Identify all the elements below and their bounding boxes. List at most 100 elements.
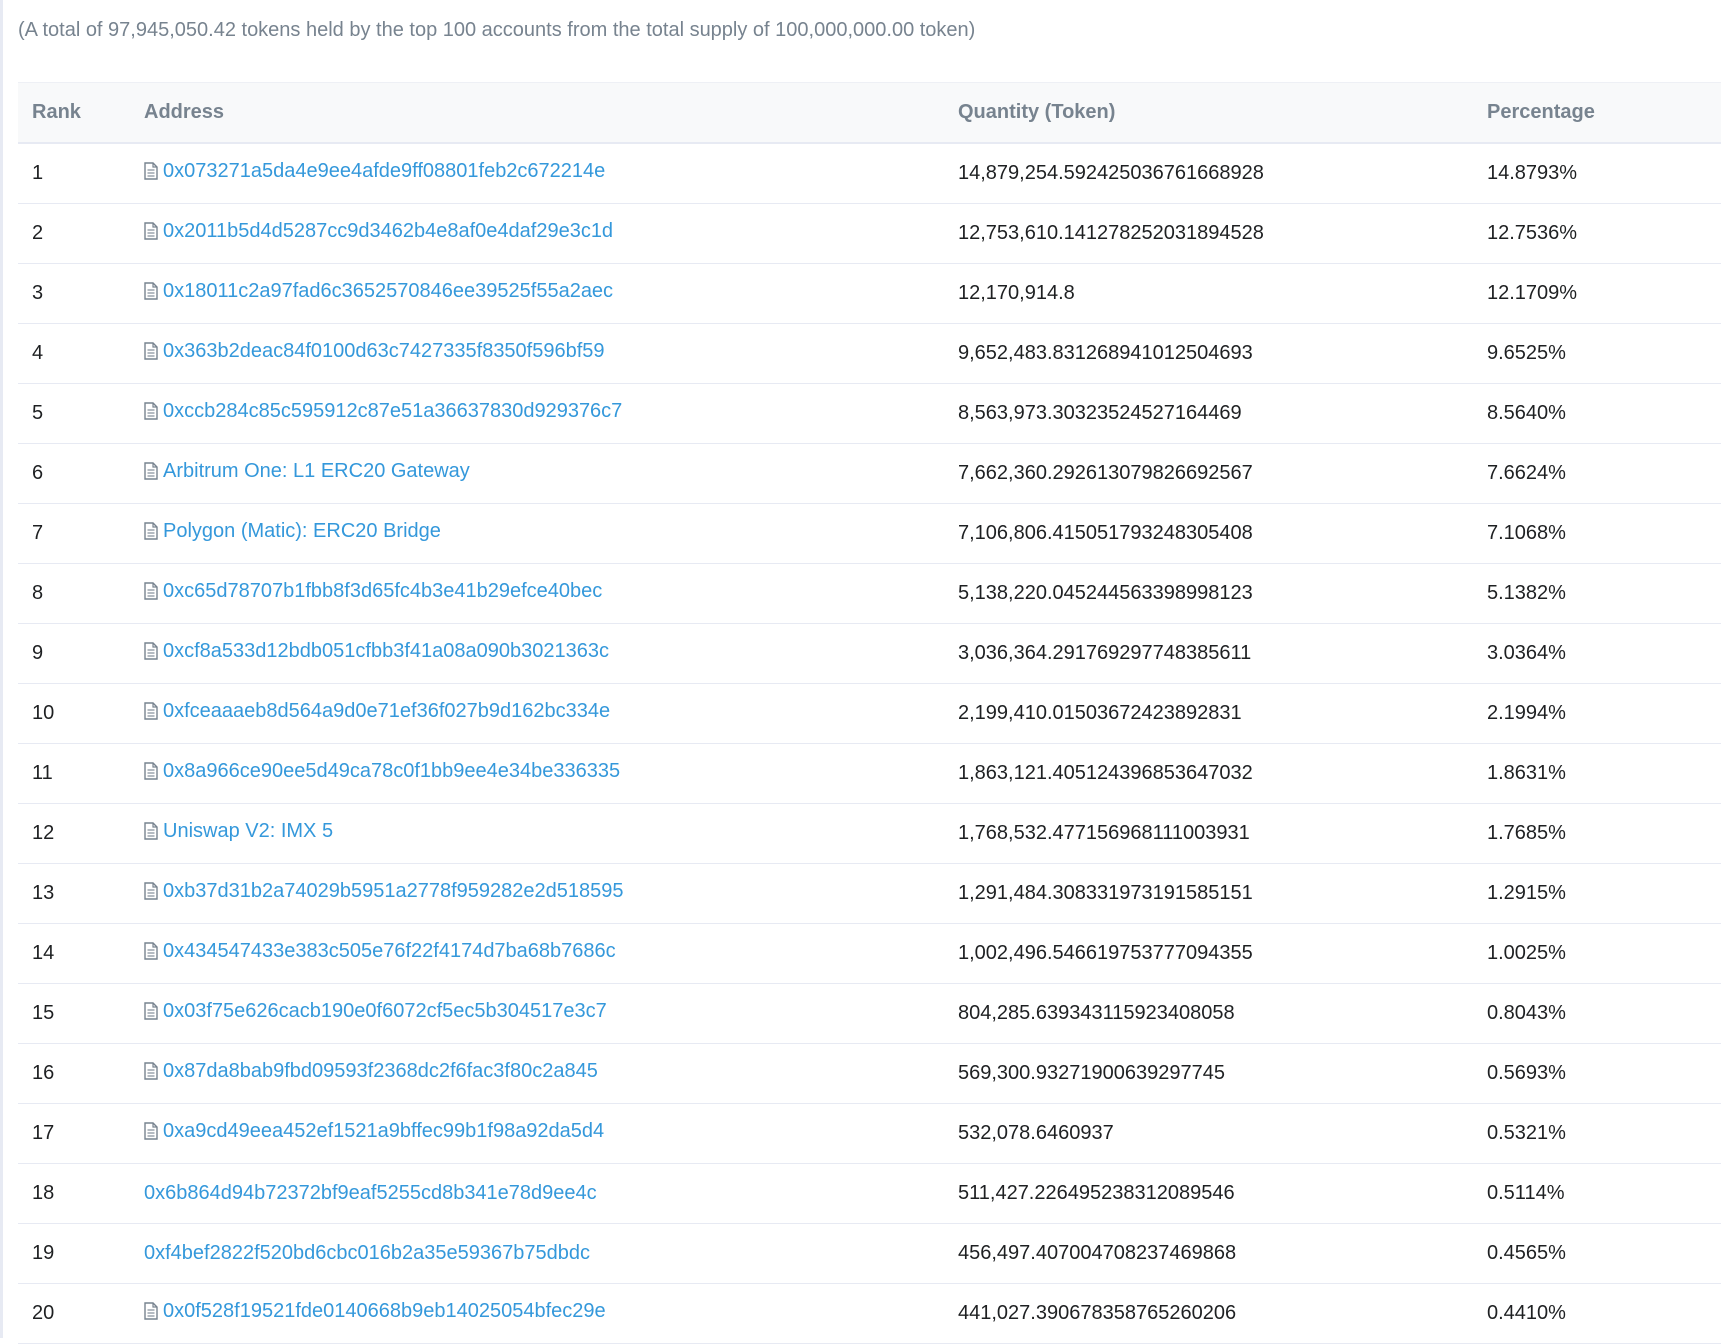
- quantity-cell: 1,863,121.405124396853647032: [944, 743, 1473, 804]
- quantity-cell: 12,753,610.141278252031894528: [944, 203, 1473, 264]
- holder-address-link[interactable]: 0xf4bef2822f520bd6cbc016b2a35e59367b75db…: [144, 1242, 590, 1265]
- table-row: 13 0xb37d31b2a74029b5951a2778f959282e2d51…: [18, 863, 1721, 924]
- quantity-cell: 1,768,532.477156968111003931: [944, 803, 1473, 864]
- address-cell: 0xc65d78707b1fbb8f3d65fc4b3e41b29efce40b…: [130, 563, 944, 624]
- table-row: 14 0x434547433e383c505e76f22f4174d7ba68b7…: [18, 923, 1721, 984]
- holder-address-link[interactable]: 0x073271a5da4e9ee4afde9ff08801feb2c67221…: [144, 160, 605, 183]
- file-text-icon: [144, 1062, 158, 1080]
- file-text-icon: [144, 222, 158, 240]
- holder-address-text: 0xf4bef2822f520bd6cbc016b2a35e59367b75db…: [144, 1241, 590, 1264]
- address-cell: 0x6b864d94b72372bf9eaf5255cd8b341e78d9ee…: [130, 1163, 944, 1224]
- holder-address-link[interactable]: 0xccb284c85c595912c87e51a36637830d929376…: [144, 400, 622, 423]
- holder-address-text: 0x18011c2a97fad6c3652570846ee39525f55a2a…: [163, 279, 614, 302]
- percentage-cell: 2.1994%: [1473, 683, 1721, 744]
- address-cell: 0x434547433e383c505e76f22f4174d7ba68b768…: [130, 923, 944, 984]
- address-cell: 0xa9cd49eea452ef1521a9bffec99b1f98a92da5…: [130, 1103, 944, 1164]
- percentage-cell: 5.1382%: [1473, 563, 1721, 624]
- holder-address-text: Uniswap V2: IMX 5: [163, 819, 334, 842]
- table-row: 17 0xa9cd49eea452ef1521a9bffec99b1f98a92d…: [18, 1103, 1721, 1164]
- holder-address-text: 0xcf8a533d12bdb051cfbb3f41a08a090b302136…: [163, 639, 609, 662]
- address-cell: 0x073271a5da4e9ee4afde9ff08801feb2c67221…: [130, 142, 944, 204]
- rank-cell: 2: [18, 203, 130, 264]
- holder-address-text: 0xccb284c85c595912c87e51a36637830d929376…: [163, 399, 623, 422]
- quantity-cell: 532,078.6460937: [944, 1103, 1473, 1164]
- quantity-cell: 456,497.407004708237469868: [944, 1223, 1473, 1284]
- holder-address-text: 0x434547433e383c505e76f22f4174d7ba68b768…: [163, 939, 616, 962]
- table-row: 16 0x87da8bab9fbd09593f2368dc2f6fac3f80c2…: [18, 1043, 1721, 1104]
- table-row: 4 0x363b2deac84f0100d63c7427335f8350f596b…: [18, 323, 1721, 384]
- holder-address-link[interactable]: 0x0f528f19521fde0140668b9eb14025054bfec2…: [144, 1300, 606, 1323]
- table-row: 12 Uniswap V2: IMX 5 1,768,532.47715696811…: [18, 803, 1721, 864]
- quantity-cell: 3,036,364.291769297748385611: [944, 623, 1473, 684]
- table-row: 7 Polygon (Matic): ERC20 Bridge 7,106,806.…: [18, 503, 1721, 564]
- rank-cell: 1: [18, 142, 130, 204]
- file-text-icon: [144, 462, 158, 480]
- address-cell: 0x0f528f19521fde0140668b9eb14025054bfec2…: [130, 1283, 944, 1344]
- holder-address-link[interactable]: 0xfceaaaeb8d564a9d0e71ef36f027b9d162bc33…: [144, 700, 610, 723]
- holder-address-link[interactable]: Uniswap V2: IMX 5: [144, 820, 333, 843]
- holder-address-link[interactable]: 0x8a966ce90ee5d49ca78c0f1bb9ee4e34be3363…: [144, 760, 620, 783]
- holder-address-link[interactable]: 0x434547433e383c505e76f22f4174d7ba68b768…: [144, 940, 616, 963]
- file-text-icon: [144, 282, 158, 300]
- table-header: Rank Address Quantity (Token) Percentage: [18, 82, 1721, 144]
- address-cell: 0x363b2deac84f0100d63c7427335f8350f596bf…: [130, 323, 944, 384]
- rank-cell: 12: [18, 803, 130, 864]
- rank-cell: 11: [18, 743, 130, 804]
- holder-address-link[interactable]: 0x6b864d94b72372bf9eaf5255cd8b341e78d9ee…: [144, 1182, 597, 1205]
- percentage-cell: 0.5114%: [1473, 1163, 1721, 1224]
- address-cell: 0xccb284c85c595912c87e51a36637830d929376…: [130, 383, 944, 444]
- address-cell: Arbitrum One: L1 ERC20 Gateway: [130, 443, 944, 504]
- rank-cell: 18: [18, 1163, 130, 1224]
- table-row: 19 0xf4bef2822f520bd6cbc016b2a35e59367b75…: [18, 1223, 1721, 1284]
- table-row: 20 0x0f528f19521fde0140668b9eb14025054bfe…: [18, 1283, 1721, 1344]
- percentage-cell: 0.8043%: [1473, 983, 1721, 1044]
- table-row: 1 0x073271a5da4e9ee4afde9ff08801feb2c6722…: [18, 142, 1721, 204]
- address-cell: 0x87da8bab9fbd09593f2368dc2f6fac3f80c2a8…: [130, 1043, 944, 1104]
- quantity-cell: 1,291,484.308331973191585151: [944, 863, 1473, 924]
- quantity-cell: 511,427.226495238312089546: [944, 1163, 1473, 1224]
- address-cell: 0xf4bef2822f520bd6cbc016b2a35e59367b75db…: [130, 1223, 944, 1284]
- holder-address-link[interactable]: Arbitrum One: L1 ERC20 Gateway: [144, 460, 470, 483]
- holder-address-text: 0x363b2deac84f0100d63c7427335f8350f596bf…: [163, 339, 605, 362]
- rank-cell: 9: [18, 623, 130, 684]
- quantity-cell: 804,285.639343115923408058: [944, 983, 1473, 1044]
- file-text-icon: [144, 522, 158, 540]
- holder-address-link[interactable]: 0xc65d78707b1fbb8f3d65fc4b3e41b29efce40b…: [144, 580, 602, 603]
- holder-address-link[interactable]: Polygon (Matic): ERC20 Bridge: [144, 520, 441, 543]
- holder-address-text: 0xa9cd49eea452ef1521a9bffec99b1f98a92da5…: [163, 1119, 605, 1142]
- quantity-cell: 2,199,410.01503672423892831: [944, 683, 1473, 744]
- rank-cell: 8: [18, 563, 130, 624]
- percentage-cell: 1.7685%: [1473, 803, 1721, 864]
- holder-address-text: 0x073271a5da4e9ee4afde9ff08801feb2c67221…: [163, 159, 606, 182]
- holder-address-link[interactable]: 0xcf8a533d12bdb051cfbb3f41a08a090b302136…: [144, 640, 609, 663]
- holder-address-link[interactable]: 0x87da8bab9fbd09593f2368dc2f6fac3f80c2a8…: [144, 1060, 598, 1083]
- percentage-cell: 7.1068%: [1473, 503, 1721, 564]
- percentage-cell: 8.5640%: [1473, 383, 1721, 444]
- rank-cell: 4: [18, 323, 130, 384]
- holder-address-link[interactable]: 0x363b2deac84f0100d63c7427335f8350f596bf…: [144, 340, 605, 363]
- holder-address-link[interactable]: 0x18011c2a97fad6c3652570846ee39525f55a2a…: [144, 280, 613, 303]
- rank-cell: 6: [18, 443, 130, 504]
- percentage-cell: 7.6624%: [1473, 443, 1721, 504]
- holder-address-link[interactable]: 0xb37d31b2a74029b5951a2778f959282e2d5185…: [144, 880, 623, 903]
- file-text-icon: [144, 162, 158, 180]
- file-text-icon: [144, 402, 158, 420]
- holder-address-link[interactable]: 0x03f75e626cacb190e0f6072cf5ec5b304517e3…: [144, 1000, 607, 1023]
- quantity-cell: 8,563,973.30323524527164469: [944, 383, 1473, 444]
- rank-cell: 13: [18, 863, 130, 924]
- holder-address-link[interactable]: 0x2011b5d4d5287cc9d3462b4e8af0e4daf29e3c…: [144, 220, 613, 243]
- percentage-cell: 12.1709%: [1473, 263, 1721, 324]
- holder-address-link[interactable]: 0xa9cd49eea452ef1521a9bffec99b1f98a92da5…: [144, 1120, 604, 1143]
- address-cell: Polygon (Matic): ERC20 Bridge: [130, 503, 944, 564]
- file-text-icon: [144, 642, 158, 660]
- file-text-icon: [144, 822, 158, 840]
- quantity-cell: 14,879,254.592425036761668928: [944, 142, 1473, 204]
- table-row: 11 0x8a966ce90ee5d49ca78c0f1bb9ee4e34be33…: [18, 743, 1721, 804]
- table-body: 1 0x073271a5da4e9ee4afde9ff08801feb2c6722…: [18, 142, 1721, 1344]
- holder-address-text: Polygon (Matic): ERC20 Bridge: [163, 519, 441, 542]
- holder-address-text: 0xfceaaaeb8d564a9d0e71ef36f027b9d162bc33…: [163, 699, 611, 722]
- rank-cell: 3: [18, 263, 130, 324]
- address-cell: 0x8a966ce90ee5d49ca78c0f1bb9ee4e34be3363…: [130, 743, 944, 804]
- address-cell: 0x2011b5d4d5287cc9d3462b4e8af0e4daf29e3c…: [130, 203, 944, 264]
- percentage-cell: 0.4565%: [1473, 1223, 1721, 1284]
